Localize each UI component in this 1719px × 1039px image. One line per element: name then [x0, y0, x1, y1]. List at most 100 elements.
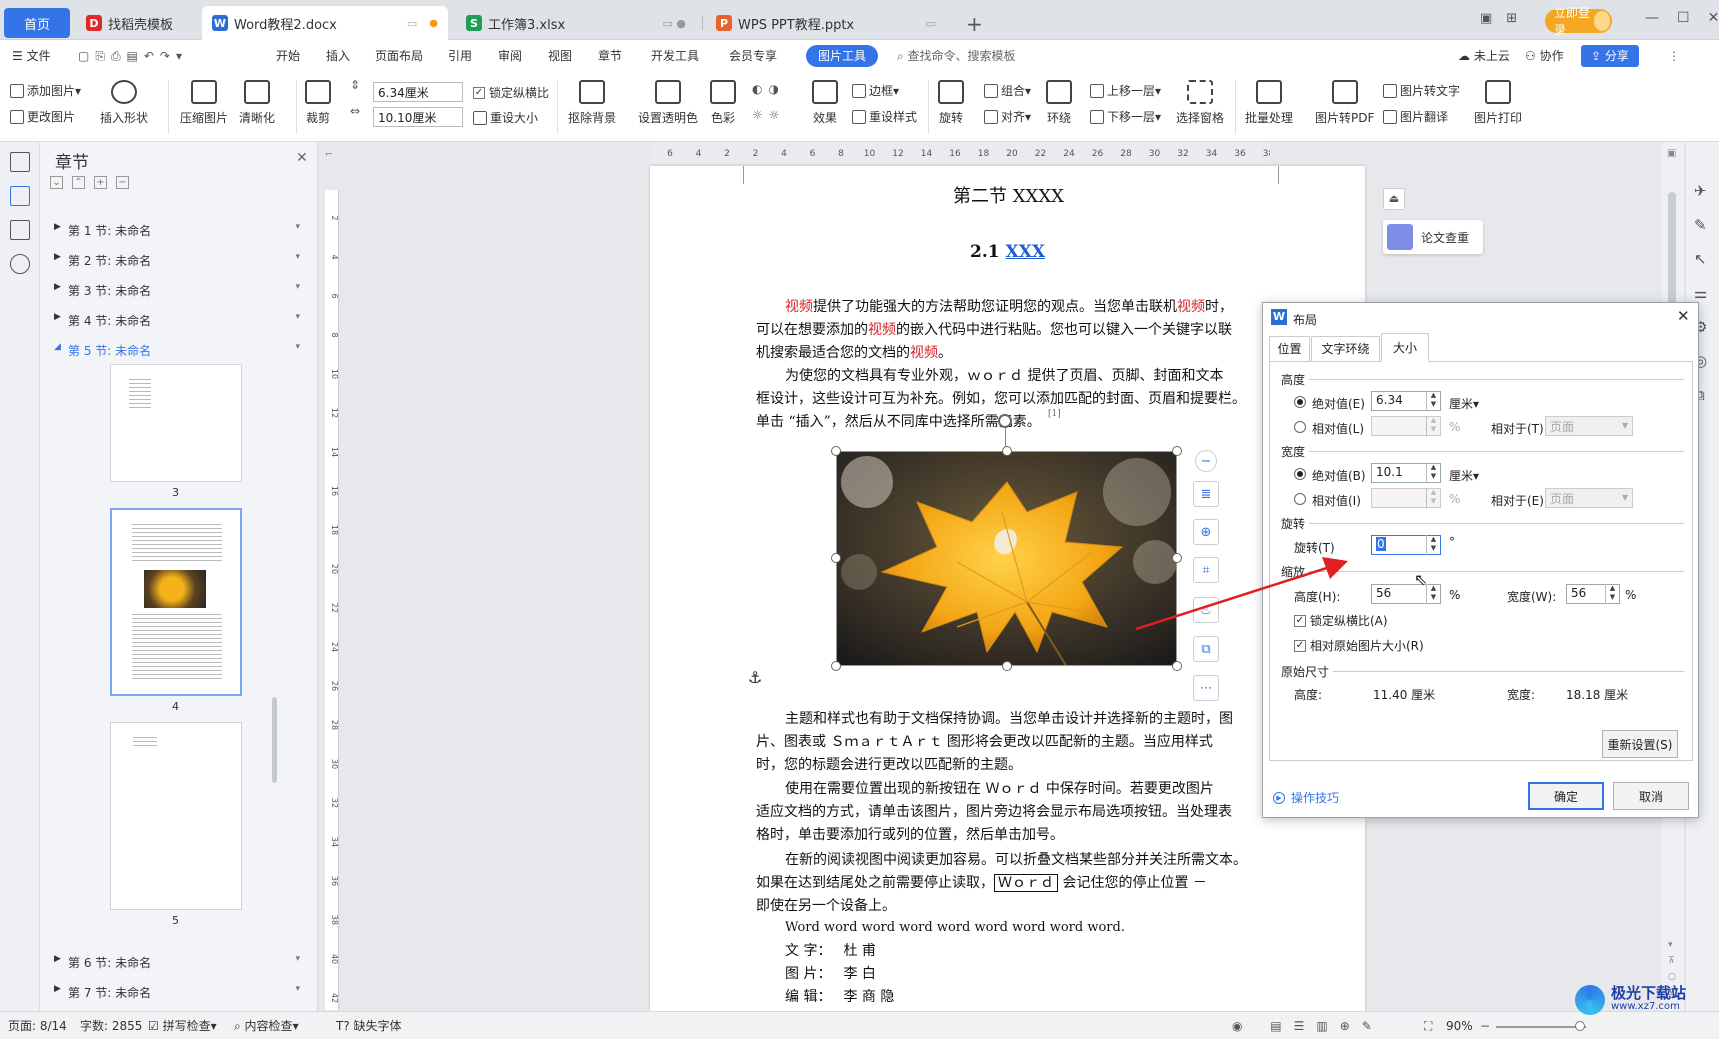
menu-member[interactable]: 会员专享: [729, 40, 777, 72]
command-search[interactable]: ⌕ 查找命令、搜索模板: [897, 40, 1016, 72]
rotate-handle-icon[interactable]: [998, 414, 1012, 428]
resize-handle-nw[interactable]: [831, 446, 841, 456]
picture-width-input[interactable]: 10.10厘米: [373, 107, 463, 127]
collab-button[interactable]: ⚇ 协作: [1525, 40, 1564, 72]
new-tab-icon[interactable]: +: [966, 12, 983, 36]
compress-button[interactable]: 压缩图片: [180, 80, 228, 126]
zoom-in-icon[interactable]: ⊕: [1193, 519, 1219, 545]
horizontal-ruler[interactable]: 642246810121416182022242628303234363840: [650, 142, 1303, 164]
fit-page-icon[interactable]: ⛶: [1424, 1012, 1432, 1039]
sharpen-button[interactable]: 清晰化: [239, 80, 275, 126]
section-menu-icon[interactable]: ▾: [295, 282, 300, 299]
resize-handle-w[interactable]: [831, 553, 841, 563]
screenshot-icon[interactable]: ⧉: [1193, 636, 1219, 662]
ok-button[interactable]: 确定: [1528, 782, 1604, 810]
selected-picture[interactable]: [836, 451, 1177, 666]
height-relative-input[interactable]: ▲ ▼: [1371, 416, 1441, 436]
change-picture-button[interactable]: 更改图片: [10, 108, 75, 125]
to-pdf-button[interactable]: 图片转PDF: [1315, 80, 1374, 126]
cancel-button[interactable]: 取消: [1613, 782, 1689, 810]
color-button[interactable]: 色彩: [710, 80, 736, 126]
spinner-icon[interactable]: ▲ ▼: [1426, 463, 1440, 483]
border-button[interactable]: 边框 ▾: [852, 82, 899, 99]
resize-handle-se[interactable]: [1172, 661, 1182, 671]
reset-button[interactable]: 重新设置(S): [1602, 730, 1678, 758]
cloud-status[interactable]: ☁ 未上云: [1458, 40, 1510, 72]
menu-picture-tools[interactable]: 图片工具: [806, 45, 879, 67]
section-item-6[interactable]: ▶ 第 6 节: 未命名 ▾: [54, 954, 300, 971]
expand-all-icon[interactable]: ⌃: [72, 176, 85, 189]
effects-button[interactable]: 效果: [812, 80, 838, 126]
tab-position[interactable]: 位置: [1269, 336, 1310, 361]
remove-section-icon[interactable]: −: [116, 176, 129, 189]
scale-width-input[interactable]: 56 ▲ ▼: [1566, 584, 1620, 604]
more-icon[interactable]: ⋮ ˄: [1668, 40, 1719, 95]
tab-home[interactable]: 首页: [4, 8, 70, 38]
scale-height-input[interactable]: 56 ▲ ▼: [1371, 584, 1441, 604]
menu-start[interactable]: 开始: [276, 40, 300, 72]
add-picture-button[interactable]: 添加图片 ▾: [10, 82, 81, 99]
scroll-top-icon[interactable]: ▣: [1667, 148, 1676, 159]
align-button[interactable]: 对齐 ▾: [984, 108, 1031, 125]
set-transparent-button[interactable]: 设置透明色: [638, 80, 698, 126]
tips-link[interactable]: ▶ 操作技巧: [1273, 789, 1339, 806]
zoom-out-icon[interactable]: −: [1195, 450, 1217, 472]
insert-shape-button[interactable]: 插入形状: [100, 80, 148, 126]
section-item-7[interactable]: ▶ 第 7 节: 未命名 ▾: [54, 984, 300, 1001]
chapter-nav-icon[interactable]: [10, 186, 30, 206]
menu-view[interactable]: 视图: [548, 40, 572, 72]
monitor-icon[interactable]: ▭: [407, 17, 417, 30]
resize-handle-s[interactable]: [1002, 661, 1012, 671]
width-relative-radio[interactable]: [1294, 493, 1306, 505]
zoom-level[interactable]: 90%: [1446, 1012, 1473, 1039]
page-thumbnail-5[interactable]: [110, 722, 242, 910]
outline-icon[interactable]: [10, 152, 30, 172]
send-backward-button[interactable]: 下移一层 ▾: [1090, 108, 1161, 125]
zoom-out-icon[interactable]: −: [1480, 1012, 1490, 1039]
vertical-ruler[interactable]: 2 4 6 8 10 12 14 16 18 20 22 24 26 28 30 32 34 36 38 40 42: [325, 190, 339, 1010]
remove-bg-button[interactable]: 抠除背景: [568, 80, 616, 126]
page-thumbnail-4[interactable]: [110, 508, 242, 696]
height-relative-radio[interactable]: [1294, 421, 1306, 433]
spinner-icon[interactable]: ▲ ▼: [1426, 584, 1440, 604]
width-absolute-radio[interactable]: [1294, 468, 1306, 480]
find-icon[interactable]: [10, 254, 30, 274]
section-item-2[interactable]: ▶ 第 2 节: 未命名 ▾: [54, 252, 300, 269]
section-menu-icon[interactable]: ▾: [295, 342, 300, 359]
tab-pptx[interactable]: P WPS PPT教程.pptx ▭: [706, 6, 946, 40]
section-menu-icon[interactable]: ▾: [295, 222, 300, 239]
tab-text-wrap[interactable]: 文字环绕: [1311, 336, 1380, 361]
dialog-close-icon[interactable]: ✕: [1677, 307, 1690, 325]
page-thumbnail-3[interactable]: [110, 364, 242, 482]
menu-page-layout[interactable]: 页面布局: [375, 40, 423, 72]
tab-word-doc[interactable]: W Word教程2.docx ▭ ●: [202, 6, 448, 40]
anchor-icon[interactable]: ⚓: [748, 668, 762, 687]
menu-developer[interactable]: 开发工具: [651, 40, 699, 72]
section-menu-icon[interactable]: ▾: [295, 252, 300, 269]
menu-review[interactable]: 审阅: [498, 40, 522, 72]
word-count[interactable]: 字数: 2855: [80, 1012, 142, 1039]
share-button[interactable]: ⇪ 分享: [1581, 45, 1639, 67]
maximize-icon[interactable]: ☐: [1677, 10, 1690, 26]
zoom-slider[interactable]: [1496, 1026, 1586, 1028]
reset-style-button[interactable]: 重设样式: [852, 108, 917, 125]
close-icon[interactable]: ✕: [1708, 10, 1719, 26]
spell-check-button[interactable]: ☑ 拼写检查▾: [148, 1012, 217, 1039]
heading-link[interactable]: XXX: [1006, 242, 1046, 262]
spinner-icon[interactable]: ▲ ▼: [1426, 391, 1440, 411]
section-item-3[interactable]: ▶ 第 3 节: 未命名 ▾: [54, 282, 300, 299]
section-item-5[interactable]: ◢ 第 5 节: 未命名 ▾: [54, 342, 300, 359]
resize-handle-sw[interactable]: [831, 661, 841, 671]
file-menu[interactable]: ☰ 文件: [12, 40, 51, 72]
height-absolute-radio[interactable]: [1294, 396, 1306, 408]
lock-ratio-checkbox[interactable]: ✓ 锁定纵横比: [473, 84, 549, 101]
spinner-icon[interactable]: ▲ ▼: [1426, 535, 1440, 555]
reset-size-button[interactable]: 重设大小: [473, 109, 538, 126]
layout-options-icon[interactable]: ≣: [1193, 481, 1219, 507]
collapse-panel-icon[interactable]: ⏏: [1383, 188, 1405, 210]
section-item-4[interactable]: ▶ 第 4 节: 未命名 ▾: [54, 312, 300, 329]
menu-references[interactable]: 引用: [448, 40, 472, 72]
collapse-all-icon[interactable]: ⌄: [50, 176, 63, 189]
select-pane-button[interactable]: 选择窗格: [1176, 80, 1224, 126]
width-relative-input[interactable]: ▲ ▼: [1371, 488, 1441, 508]
